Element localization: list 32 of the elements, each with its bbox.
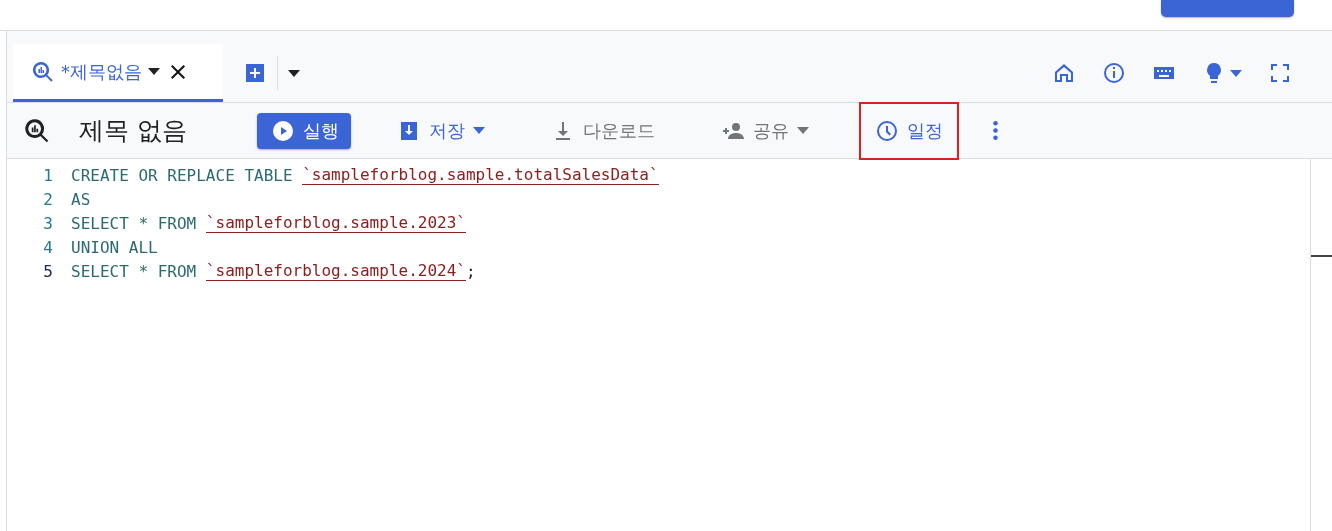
caret-icon <box>1230 69 1242 77</box>
caret-icon <box>148 68 160 75</box>
add-tab-icon <box>243 61 267 85</box>
code-text: CREATE OR REPLACE TABLE <box>71 165 294 185</box>
play-icon <box>270 118 295 143</box>
query-icon <box>31 59 55 84</box>
fullscreen-icon <box>1268 61 1292 85</box>
line-number: 3 <box>42 213 54 233</box>
info-icon <box>1102 61 1126 85</box>
clock-icon <box>874 118 899 143</box>
save-button[interactable]: 저장 <box>380 101 501 160</box>
query-tab[interactable]: *제목없음 <box>13 44 223 102</box>
line-number: 5 <box>42 261 54 281</box>
code-text: ; <box>465 261 476 281</box>
run-button[interactable]: 실행 <box>256 112 351 149</box>
table-reference: `sampleforblog.sample.2023` <box>205 213 466 233</box>
query-title: 제목 없음 <box>79 115 187 147</box>
caret-icon <box>288 69 300 77</box>
code-text: AS <box>71 189 91 209</box>
scroll-marker <box>1311 255 1332 257</box>
line-number: 1 <box>42 165 54 185</box>
table-reference: `sampleforblog.sample.2024` <box>205 261 466 281</box>
home-icon <box>1052 61 1076 85</box>
schedule-button[interactable]: 일정 <box>858 101 959 160</box>
line-number: 2 <box>42 189 54 209</box>
line-number: 4 <box>42 237 54 257</box>
code-text: UNION ALL <box>71 237 158 257</box>
query-icon <box>23 116 51 145</box>
code-text: SELECT * FROM <box>71 213 198 233</box>
table-reference: `sampleforblog.sample.totalSalesData` <box>302 165 659 185</box>
code-text: SELECT * FROM <box>71 261 198 281</box>
more-icon[interactable] <box>992 121 998 140</box>
